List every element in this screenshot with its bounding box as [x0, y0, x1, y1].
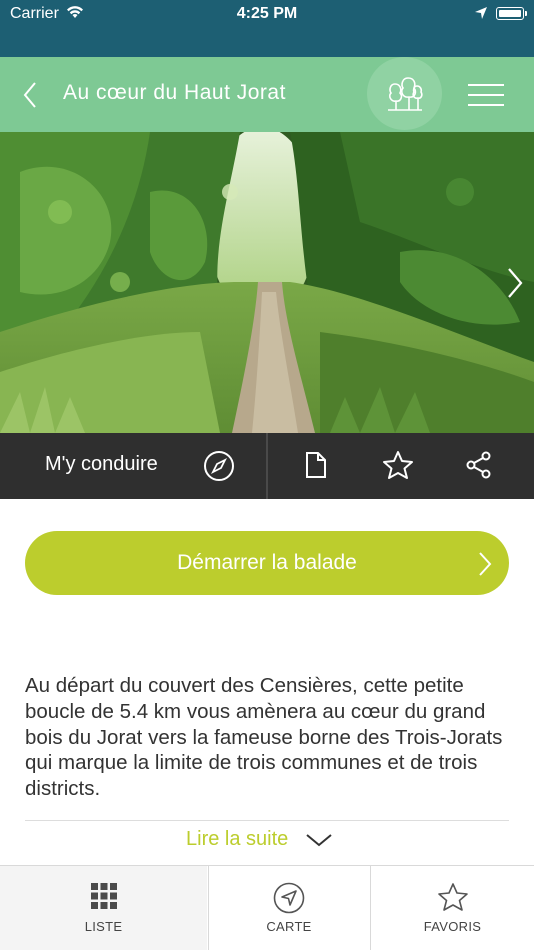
- next-image-chevron-icon[interactable]: [503, 265, 527, 301]
- chevron-right-icon: [479, 552, 492, 576]
- tab-favorites[interactable]: FAVORIS: [370, 866, 534, 950]
- tab-favorites-label: FAVORIS: [423, 919, 482, 934]
- navigation-arrow-icon: [273, 882, 305, 914]
- trees-logo[interactable]: [367, 57, 442, 130]
- status-bar: Carrier 4:25 PM: [0, 0, 534, 57]
- forest-path-image: [0, 132, 534, 433]
- tab-map[interactable]: CARTE: [208, 866, 369, 950]
- favorite-star-icon[interactable]: [382, 450, 414, 480]
- read-more-link[interactable]: Lire la suite: [0, 828, 534, 854]
- page-title: Au cœur du Haut Jorat: [63, 81, 286, 104]
- battery-nub: [525, 11, 527, 16]
- clock: 4:25 PM: [236, 5, 298, 22]
- start-walk-label: Démarrer la balade: [177, 551, 357, 574]
- read-more-label: Lire la suite: [186, 828, 289, 850]
- chevron-down-icon: [306, 834, 332, 847]
- guide-me-label: M'y conduire: [45, 453, 158, 475]
- walk-description: Au départ du couvert des Censières, cett…: [25, 674, 503, 801]
- action-bar: M'y conduire: [0, 433, 534, 499]
- tab-list-label: LISTE: [84, 919, 123, 934]
- grid-icon: [90, 883, 117, 909]
- header-bar: Au cœur du Haut Jorat: [0, 57, 534, 132]
- share-icon[interactable]: [465, 451, 493, 479]
- action-divider: [266, 433, 268, 499]
- start-walk-button[interactable]: Démarrer la balade: [25, 531, 509, 595]
- description-separator: [25, 820, 509, 821]
- compass-icon: [204, 451, 234, 481]
- guide-me-button[interactable]: M'y conduire: [0, 433, 267, 499]
- battery-icon: [496, 7, 524, 20]
- tab-bar: LISTE CARTE FAVORIS: [0, 865, 534, 950]
- hamburger-menu-icon[interactable]: [466, 81, 506, 109]
- hero-image[interactable]: [0, 132, 534, 433]
- star-icon: [437, 883, 468, 911]
- back-chevron-icon[interactable]: [16, 77, 46, 113]
- trees-icon: [388, 77, 423, 111]
- tab-map-label: CARTE: [266, 919, 312, 934]
- document-icon[interactable]: [304, 451, 328, 479]
- location-arrow-icon: [475, 7, 487, 19]
- tab-list[interactable]: LISTE: [0, 866, 207, 950]
